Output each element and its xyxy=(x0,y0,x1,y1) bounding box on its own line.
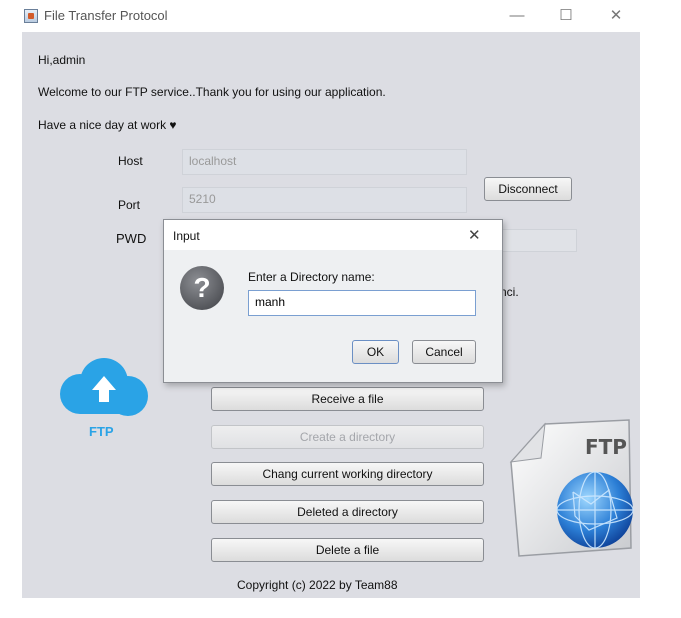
dialog-prompt: Enter a Directory name: xyxy=(248,270,375,284)
greeting-text: Hi,admin xyxy=(38,53,86,67)
pwd-field xyxy=(495,229,577,252)
port-label: Port xyxy=(118,198,141,212)
question-icon: ? xyxy=(180,266,224,310)
copyright-text: Copyright (c) 2022 by Team88 xyxy=(237,578,398,592)
port-field[interactable]: 5210 xyxy=(182,187,467,213)
ok-button[interactable]: OK xyxy=(352,340,399,364)
cloud-upload-icon xyxy=(60,358,148,416)
dialog-titlebar: Input ✕ xyxy=(164,220,502,250)
ftp-document-icon: FTP xyxy=(509,419,634,557)
maximize-button[interactable]: ☐ xyxy=(546,4,586,28)
delete-file-button[interactable]: Delete a file xyxy=(211,538,484,562)
change-directory-button[interactable]: Chang current working directory xyxy=(211,462,484,486)
cancel-button[interactable]: Cancel xyxy=(412,340,476,364)
input-dialog: Input ✕ ? Enter a Directory name: manh O… xyxy=(163,219,503,383)
java-app-icon xyxy=(24,9,38,23)
nice-day-text: Have a nice day at work ♥ xyxy=(38,118,177,132)
minimize-button[interactable]: — xyxy=(497,4,537,28)
receive-file-button[interactable]: Receive a file xyxy=(211,387,484,411)
delete-directory-button[interactable]: Deleted a directory xyxy=(211,500,484,524)
disconnect-button[interactable]: Disconnect xyxy=(484,177,572,201)
dialog-title: Input xyxy=(173,229,200,243)
dialog-close-button[interactable]: ✕ xyxy=(468,226,481,244)
host-field[interactable]: localhost xyxy=(182,149,467,175)
window-title: File Transfer Protocol xyxy=(44,8,168,23)
cloud-ftp-label: FTP xyxy=(89,424,114,439)
host-label: Host xyxy=(118,154,143,168)
welcome-text: Welcome to our FTP service..Thank you fo… xyxy=(38,85,386,99)
pwd-label: PWD xyxy=(116,231,147,246)
window-titlebar: File Transfer Protocol — ☐ ✕ xyxy=(0,0,681,32)
directory-name-input[interactable]: manh xyxy=(248,290,476,316)
create-directory-button[interactable]: Create a directory xyxy=(211,425,484,449)
close-button[interactable]: ✕ xyxy=(596,4,636,28)
ftp-document-label: FTP xyxy=(585,435,627,459)
